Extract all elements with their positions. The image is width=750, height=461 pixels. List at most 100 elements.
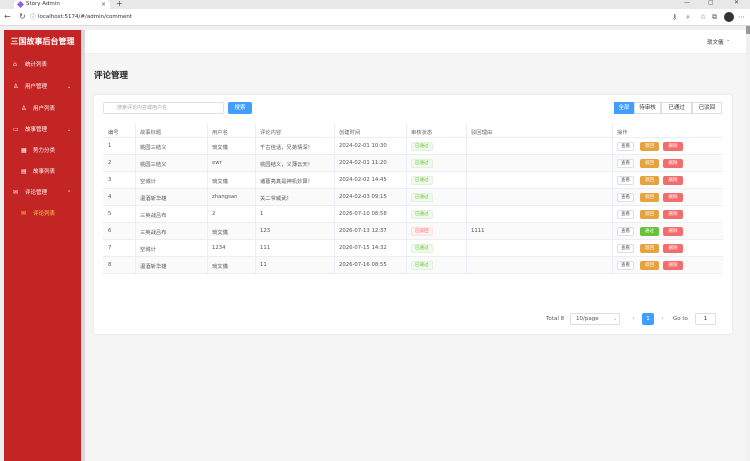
column-divider xyxy=(207,124,208,274)
cell-id: 5 xyxy=(108,211,112,217)
column-header: 创建时间 xyxy=(339,130,361,136)
sidebar-item-user-list[interactable]: ♙ 用户列表 xyxy=(4,102,81,116)
reject-button[interactable]: 驳回 xyxy=(640,261,659,270)
app-logo: 三国故事后台管理 xyxy=(10,37,75,46)
view-button[interactable]: 查看 xyxy=(617,261,634,270)
delete-button[interactable]: 删除 xyxy=(663,261,683,270)
new-tab-button[interactable]: + xyxy=(116,0,123,8)
search-button[interactable]: 搜索 xyxy=(228,102,252,114)
delete-button[interactable]: 删除 xyxy=(663,159,683,168)
search-input[interactable]: 搜索评论内容或用户名 xyxy=(103,102,224,114)
reject-button[interactable]: 驳回 xyxy=(640,210,659,219)
page-size-select[interactable]: 10/page ⌄ xyxy=(570,313,620,325)
cell-content: 11 xyxy=(260,262,267,268)
chevron-down-icon: ⌄ xyxy=(613,316,618,322)
filter-all-button[interactable]: 全部 xyxy=(614,102,634,114)
profile-avatar[interactable] xyxy=(724,12,734,22)
approve-button[interactable]: 通过 xyxy=(640,227,659,236)
column-header: 用户名 xyxy=(212,130,228,136)
column-header: 操作 xyxy=(617,130,628,136)
info-icon: ⓘ xyxy=(30,14,37,21)
menu-icon[interactable]: ⋯ xyxy=(738,13,745,21)
extensions-icon[interactable]: ⧉ xyxy=(712,13,717,22)
cell-user: 琐文儀 xyxy=(212,145,228,151)
sidebar-item-label: 用户管理 xyxy=(25,84,48,90)
key-icon[interactable]: ⚷ xyxy=(672,13,677,21)
tab-title: Story Admin xyxy=(26,1,60,7)
page-number-current[interactable]: 1 xyxy=(642,313,654,325)
cell-user: 琐文儀 xyxy=(212,179,228,185)
column-header: 编号 xyxy=(108,130,119,136)
tab-close-icon[interactable]: × xyxy=(101,0,106,9)
cell-time: 2026-07-15 14:32 xyxy=(339,245,387,251)
favicon-icon xyxy=(16,0,25,9)
sidebar-item-label: 用户列表 xyxy=(33,106,56,112)
column-divider xyxy=(255,124,256,274)
sidebar-item-story-list[interactable]: ▤ 故事列表 xyxy=(4,165,81,179)
url-field[interactable]: ⓘ localhost:5174/#/admin/comment xyxy=(30,12,665,23)
column-header: 驳回理由 xyxy=(471,130,493,136)
table-row: 3 空城计 琐文儀 诸葛亮真是神机妙算！ 2024-02-02 14:45 已通过 查看 驳回… xyxy=(103,172,723,189)
cell-reason: 1111 xyxy=(471,228,485,234)
close-window-button[interactable]: ✕ xyxy=(734,0,739,6)
reload-button[interactable]: ↻ xyxy=(19,12,26,21)
delete-button[interactable]: 删除 xyxy=(663,227,683,236)
view-button[interactable]: 查看 xyxy=(617,244,634,253)
delete-button[interactable]: 删除 xyxy=(663,210,683,219)
view-button[interactable]: 查看 xyxy=(617,193,634,202)
filter-pending-button[interactable]: 待审核 xyxy=(634,102,661,114)
browser-tab[interactable]: Story Admin × xyxy=(14,0,110,9)
cell-content: 诸葛亮真是神机妙算！ xyxy=(260,179,313,185)
reject-button[interactable]: 驳回 xyxy=(640,142,659,151)
cell-time: 2024-02-01 11:20 xyxy=(339,160,387,166)
delete-button[interactable]: 删除 xyxy=(663,244,683,253)
view-button[interactable]: 查看 xyxy=(617,210,634,219)
sidebar-item-story-management[interactable]: ▭ 故事管理 ⌄ xyxy=(4,123,81,137)
table-row: 7 空城计 1234 111 2026-07-15 14:32 已通过 查看 驳回 删除 xyxy=(103,240,723,257)
delete-button[interactable]: 删除 xyxy=(663,176,683,185)
cell-time: 2026-07-10 08:58 xyxy=(339,211,387,217)
url-text: localhost:5174/#/admin/comment xyxy=(38,14,133,20)
user-menu[interactable]: 琐文儀 xyxy=(707,38,724,46)
bookmark-star-icon[interactable]: ☆ xyxy=(700,13,706,21)
cell-id: 8 xyxy=(108,262,112,268)
sidebar-item-comment-list[interactable]: ✉ 评论列表 xyxy=(4,207,81,221)
filter-approved-button[interactable]: 已通过 xyxy=(661,102,692,114)
page-scrollbar[interactable] xyxy=(746,26,750,461)
minimize-button[interactable]: — xyxy=(684,0,690,6)
maximize-button[interactable]: ▢ xyxy=(708,0,714,6)
cell-time: 2026-07-13 12:37 xyxy=(339,228,387,234)
sidebar-item-user-management[interactable]: ♙ 用户管理 ⌄ xyxy=(4,80,81,94)
column-divider xyxy=(612,124,613,274)
view-button[interactable]: 查看 xyxy=(617,142,634,151)
grid-icon: ▦ xyxy=(21,147,27,154)
sidebar-item-comment-management[interactable]: ✉ 评论管理 ⌃ xyxy=(4,186,81,200)
reject-button[interactable]: 驳回 xyxy=(640,244,659,253)
back-button[interactable]: ← xyxy=(4,12,11,21)
chevron-up-icon: ⌃ xyxy=(67,190,72,196)
address-bar: ← ↻ ⓘ localhost:5174/#/admin/comment ⚷ ⌕… xyxy=(0,9,750,26)
next-page-button[interactable]: › xyxy=(657,313,668,325)
view-button[interactable]: 查看 xyxy=(617,176,634,185)
view-button[interactable]: 查看 xyxy=(617,227,634,236)
view-button[interactable]: 查看 xyxy=(617,159,634,168)
chevron-down-icon: ⌄ xyxy=(67,84,72,90)
reject-button[interactable]: 驳回 xyxy=(640,176,659,185)
reject-button[interactable]: 驳回 xyxy=(640,159,659,168)
sidebar-item-label: 势力分类 xyxy=(33,148,56,154)
prev-page-button[interactable]: ‹ xyxy=(628,313,639,325)
delete-button[interactable]: 删除 xyxy=(663,142,683,151)
chevron-down-icon[interactable]: ⌄ xyxy=(726,37,730,43)
goto-page-input[interactable]: 1 xyxy=(695,313,716,325)
page-scrollbar-thumb[interactable] xyxy=(746,26,750,34)
table-row: 1 桃园三结义 琐文儀 千古佳话，兄弟情深！ 2024-02-01 10:30 已通过 查看… xyxy=(103,138,723,155)
sidebar-item-factions[interactable]: ▦ 势力分类 xyxy=(4,144,81,158)
status-badge: 已通过 xyxy=(411,210,433,219)
table-row: 4 温酒斩华雄 zhangsan 关二爷威武！ 2024-02-03 09:15 已通过 查… xyxy=(103,189,723,206)
delete-button[interactable]: 删除 xyxy=(663,193,683,202)
sidebar-item-stats[interactable]: ⌂ 统计列表 xyxy=(4,58,81,72)
top-header: 琐文儀 ⌄ xyxy=(85,30,746,54)
filter-rejected-button[interactable]: 已驳回 xyxy=(692,102,722,114)
reject-button[interactable]: 驳回 xyxy=(640,193,659,202)
zoom-icon[interactable]: ⌕ xyxy=(686,13,690,22)
